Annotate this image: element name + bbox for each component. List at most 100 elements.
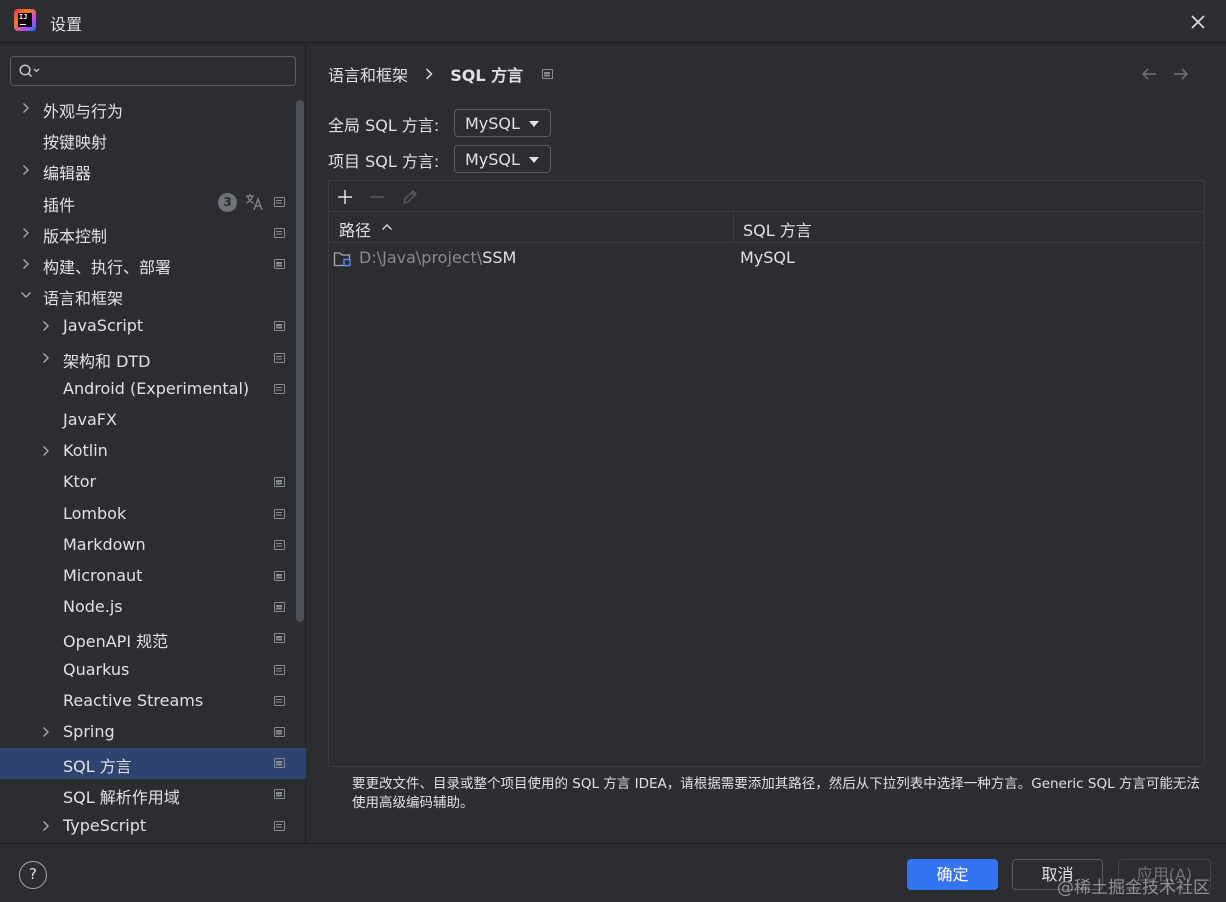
add-mapping-button[interactable]: [335, 187, 355, 207]
sidebar-item[interactable]: Micronaut: [0, 561, 306, 592]
sidebar-item[interactable]: JavaFX: [0, 405, 306, 436]
sidebar-item-label: SQL 解析作用域: [63, 788, 180, 808]
project-level-icon: [274, 352, 285, 363]
chevron-right-icon[interactable]: [40, 444, 52, 458]
chevron-right-icon[interactable]: [20, 101, 32, 115]
sidebar-scrollbar-thumb[interactable]: [296, 100, 304, 622]
window-title: 设置: [50, 15, 83, 34]
translate-icon: [246, 193, 263, 210]
sidebar-item[interactable]: 构建、执行、部署: [0, 249, 306, 280]
column-divider[interactable]: [733, 212, 734, 242]
sidebar-item[interactable]: Quarkus: [0, 655, 306, 686]
global-dialect-label: 全局 SQL 方言:: [328, 116, 440, 135]
table-row[interactable]: D:\Java\project\SSM MySQL: [329, 243, 1204, 274]
sidebar-item[interactable]: TypeScript: [0, 811, 306, 842]
minus-icon: [370, 196, 384, 198]
dropdown-arrow-icon: [529, 157, 539, 163]
intellij-logo-icon: IJ: [14, 9, 36, 31]
dialect-mappings-table: 路径 SQL 方言 D:\Java\project\SSM MySQL: [328, 180, 1205, 767]
sidebar-item[interactable]: 语言和框架: [0, 280, 306, 311]
arrow-right-icon: [1174, 68, 1189, 80]
sidebar-item-label: Android (Experimental): [63, 378, 250, 398]
project-level-icon: [274, 602, 285, 613]
settings-sidebar: 外观与行为按键映射编辑器插件 3 版本控制构建、执行、部署 语言和框架 JavaScri…: [0, 43, 306, 843]
table-toolbar: [329, 181, 1204, 212]
chevron-right-icon[interactable]: [20, 163, 32, 177]
close-icon: [1191, 15, 1205, 29]
remove-mapping-button[interactable]: [367, 187, 387, 207]
project-level-icon: [274, 789, 285, 800]
sidebar-item[interactable]: Lombok: [0, 499, 306, 530]
project-level-icon: [274, 508, 285, 519]
table-header: 路径 SQL 方言: [329, 212, 1204, 243]
project-level-icon: [274, 633, 285, 644]
sidebar-item[interactable]: Spring: [0, 717, 306, 748]
sidebar-item[interactable]: 按键映射: [0, 124, 306, 155]
sidebar-item[interactable]: SQL 方言: [0, 748, 306, 780]
sidebar-item[interactable]: 架构和 DTD: [0, 343, 306, 374]
chevron-right-icon[interactable]: [40, 819, 52, 833]
title-bar: IJ 设置: [0, 0, 1226, 43]
back-button[interactable]: [1139, 64, 1159, 88]
search-input[interactable]: [10, 56, 296, 86]
sidebar-item[interactable]: Ktor: [0, 467, 306, 498]
path-name: SSM: [482, 248, 517, 267]
project-level-icon: [274, 820, 285, 831]
sidebar-item[interactable]: 编辑器: [0, 155, 306, 186]
sidebar-item-label: SQL 方言: [63, 757, 132, 777]
project-level-icon: [274, 571, 285, 581]
sidebar-item[interactable]: 版本控制: [0, 218, 306, 249]
module-folder-icon: [333, 252, 351, 267]
chevron-right-icon[interactable]: [40, 319, 52, 333]
chevron-right-icon[interactable]: [40, 725, 52, 739]
sidebar-item-label: 构建、执行、部署: [43, 258, 172, 277]
column-header-dialect[interactable]: SQL 方言: [743, 217, 812, 241]
project-level-icon: [274, 321, 285, 332]
project-level-icon: [274, 227, 285, 238]
sidebar-item-label: Reactive Streams: [63, 690, 204, 710]
sidebar-item[interactable]: Android (Experimental): [0, 374, 306, 405]
project-dialect-value: MySQL: [465, 150, 520, 169]
chevron-right-icon[interactable]: [20, 226, 32, 240]
project-level-icon: [274, 758, 285, 769]
sidebar-item[interactable]: Reactive Streams: [0, 686, 306, 717]
sidebar-item-label: OpenAPI 规范: [63, 632, 169, 652]
sidebar-item-label: Node.js: [63, 597, 123, 617]
column-header-path[interactable]: 路径: [339, 217, 371, 241]
table-cell-dialect[interactable]: MySQL: [740, 248, 795, 267]
sidebar-item-label: 版本控制: [43, 226, 108, 246]
chevron-right-icon[interactable]: [20, 257, 32, 271]
breadcrumb-parent[interactable]: 语言和框架: [328, 62, 408, 86]
global-dialect-dropdown[interactable]: MySQL: [454, 109, 551, 137]
app-icon-text: IJ: [19, 13, 28, 21]
project-level-icon: [274, 259, 285, 269]
sidebar-item-label: 语言和框架: [43, 289, 124, 309]
sidebar-item-label: 外观与行为: [43, 102, 124, 121]
sidebar-item[interactable]: Markdown: [0, 530, 306, 561]
edit-mapping-button[interactable]: [400, 187, 420, 207]
watermark: @稀土掘金技术社区: [1057, 878, 1210, 898]
sidebar-item[interactable]: 外观与行为: [0, 93, 306, 124]
sidebar-item-label: Kotlin: [63, 441, 108, 461]
dialog-footer: ? 确定 取消 应用(A) @稀土掘金技术社区: [0, 843, 1226, 902]
sidebar-item[interactable]: Kotlin: [0, 436, 306, 467]
sidebar-item[interactable]: Node.js: [0, 592, 306, 623]
help-button[interactable]: ?: [19, 861, 47, 889]
forward-button[interactable]: [1171, 64, 1191, 88]
ok-button[interactable]: 确定: [907, 859, 998, 890]
sidebar-item[interactable]: OpenAPI 规范: [0, 623, 306, 654]
sidebar-item[interactable]: SQL 解析作用域: [0, 779, 306, 810]
chevron-right-icon[interactable]: [40, 351, 52, 365]
chevron-down-icon[interactable]: [20, 288, 32, 302]
project-level-icon: [542, 69, 554, 79]
sort-ascending-icon[interactable]: [381, 222, 393, 232]
sidebar-item[interactable]: 插件 3: [0, 187, 306, 218]
sidebar-item-label: Spring: [63, 722, 115, 741]
project-level-icon: [274, 477, 285, 488]
sidebar-item[interactable]: JavaScript: [0, 311, 306, 342]
sidebar-item-label: Markdown: [63, 534, 146, 554]
dropdown-arrow-icon: [529, 121, 539, 127]
close-button[interactable]: [1186, 10, 1210, 34]
project-dialect-dropdown[interactable]: MySQL: [454, 145, 551, 173]
sidebar-item-label: 编辑器: [43, 164, 92, 184]
